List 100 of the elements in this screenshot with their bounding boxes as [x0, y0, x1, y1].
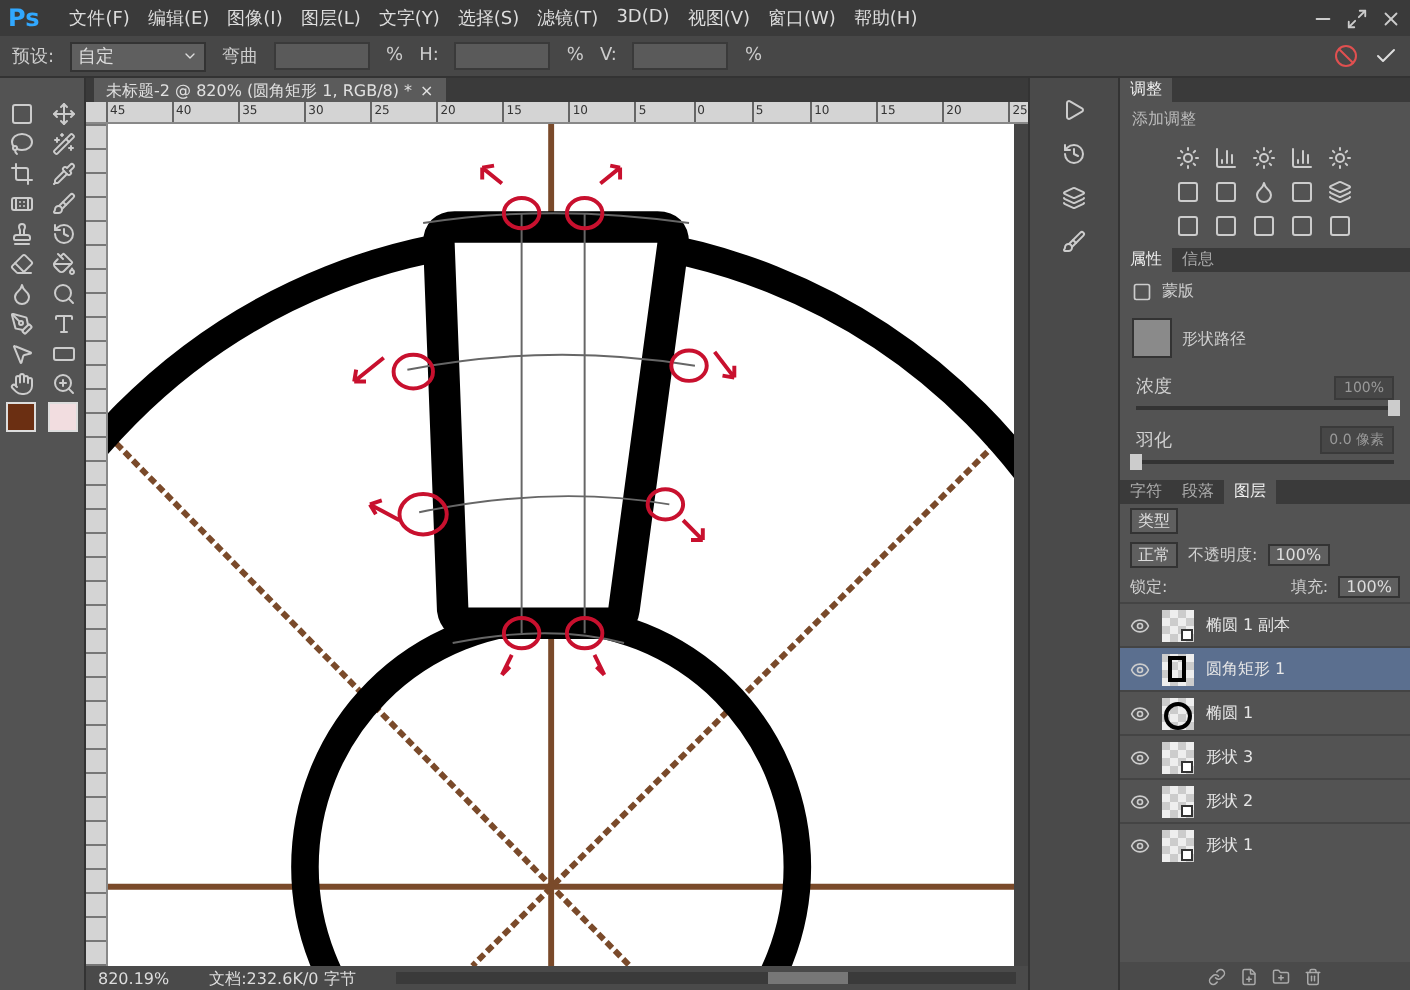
crop-icon[interactable]: [9, 162, 33, 186]
visibility-icon[interactable]: [1130, 835, 1150, 855]
visibility-icon[interactable]: [1130, 791, 1150, 811]
menu-item[interactable]: 滤镜(T): [537, 5, 599, 31]
horizontal-scrollbar[interactable]: [395, 972, 1016, 984]
adjustment-icon[interactable]: [1327, 180, 1351, 204]
layer-thumbnail: [1162, 829, 1194, 861]
cancel-icon[interactable]: [1334, 44, 1358, 68]
adjustment-icon[interactable]: [1251, 214, 1275, 238]
adjustment-icon[interactable]: [1327, 146, 1351, 170]
panel-tab[interactable]: 调整: [1120, 78, 1172, 102]
fill-field[interactable]: 100%: [1338, 576, 1400, 598]
visibility-icon[interactable]: [1130, 747, 1150, 767]
menu-item[interactable]: 图像(I): [227, 5, 283, 31]
layers-icon[interactable]: [1062, 186, 1086, 210]
link-icon[interactable]: [1208, 967, 1226, 985]
drop-icon[interactable]: [9, 282, 33, 306]
adjustment-icon[interactable]: [1213, 214, 1237, 238]
adjustment-icon[interactable]: [1251, 146, 1275, 170]
search-icon[interactable]: [51, 282, 75, 306]
eyedropper-icon[interactable]: [51, 162, 75, 186]
text-tool-icon[interactable]: [51, 312, 75, 336]
visibility-icon[interactable]: [1130, 615, 1150, 635]
layer-row[interactable]: 椭圆 1: [1120, 690, 1410, 734]
wand-icon[interactable]: [51, 132, 75, 156]
history-brush-icon[interactable]: [51, 222, 75, 246]
number-field[interactable]: [274, 42, 371, 70]
menu-item[interactable]: 视图(V): [687, 5, 750, 31]
unit-label: %: [744, 46, 763, 66]
panel-tab[interactable]: 段落: [1172, 480, 1224, 504]
slider-label: 浓度: [1136, 375, 1172, 400]
zoom-icon[interactable]: [51, 372, 75, 396]
maximize-icon[interactable]: [1346, 7, 1368, 29]
adjustment-icon[interactable]: [1175, 146, 1199, 170]
slider-thumb[interactable]: [1388, 400, 1400, 416]
trash-icon[interactable]: [1304, 967, 1322, 985]
adjustment-icon[interactable]: [1289, 146, 1313, 170]
panel-tab[interactable]: 图层: [1224, 480, 1276, 504]
bandage-icon[interactable]: [9, 192, 33, 216]
adjustment-icon[interactable]: [1213, 146, 1237, 170]
adjustment-icon[interactable]: [1175, 180, 1199, 204]
opacity-field[interactable]: 100%: [1267, 544, 1330, 566]
annotation-arrow: [499, 653, 514, 677]
menu-item[interactable]: 3D(D): [616, 8, 670, 28]
vertical-scrollbar[interactable]: [1014, 124, 1028, 966]
preset-label: 预设:: [12, 45, 55, 69]
commit-icon[interactable]: [1374, 44, 1398, 68]
lasso-icon[interactable]: [9, 132, 33, 156]
menu-item[interactable]: 选择(S): [457, 5, 520, 31]
pointer-icon[interactable]: [9, 342, 33, 366]
filter-dropdown[interactable]: 类型: [1130, 508, 1178, 534]
adjustment-icon[interactable]: [1251, 180, 1275, 204]
layer-row[interactable]: 形状 1: [1120, 822, 1410, 866]
brush-icon[interactable]: [1062, 230, 1086, 254]
field-label: V:: [599, 46, 617, 66]
move-icon[interactable]: [51, 102, 75, 126]
stamp-icon[interactable]: [9, 222, 33, 246]
adjustment-icon[interactable]: [1289, 180, 1313, 204]
brush-icon[interactable]: [51, 192, 75, 216]
number-field[interactable]: [454, 42, 551, 70]
annotation-circle: [669, 348, 709, 383]
blend-mode-dropdown[interactable]: 正常: [1130, 542, 1178, 568]
layer-row[interactable]: 圆角矩形 1: [1120, 646, 1410, 690]
menu-item[interactable]: 文件(F): [69, 5, 130, 31]
visibility-icon[interactable]: [1130, 659, 1150, 679]
menu-item[interactable]: 文字(Y): [378, 5, 440, 31]
bucket-icon[interactable]: [51, 252, 75, 276]
preset-dropdown[interactable]: 自定: [70, 41, 207, 71]
background-color-swatch[interactable]: [48, 402, 78, 432]
adjustment-icon[interactable]: [1289, 214, 1313, 238]
menu-item[interactable]: 窗口(W): [768, 5, 836, 31]
close-icon[interactable]: [1380, 7, 1402, 29]
unit-label: %: [386, 46, 404, 66]
menu-item[interactable]: 图层(L): [300, 5, 361, 31]
folder-icon[interactable]: [1272, 967, 1290, 985]
number-field[interactable]: [632, 42, 729, 70]
adjustment-icon[interactable]: [1327, 214, 1351, 238]
menu-item[interactable]: 帮助(H): [853, 5, 918, 31]
adjustment-icon[interactable]: [1213, 180, 1237, 204]
layer-row[interactable]: 形状 3: [1120, 734, 1410, 778]
layer-row[interactable]: 形状 2: [1120, 778, 1410, 822]
hand-icon[interactable]: [9, 372, 33, 396]
visibility-icon[interactable]: [1130, 703, 1150, 723]
marquee-icon[interactable]: [9, 102, 33, 126]
document-tab[interactable]: 未标题-2 @ 820% (圆角矩形 1, RGB/8) * ×: [94, 78, 446, 102]
annotation-arrow: [598, 163, 623, 186]
adjustment-icon[interactable]: [1175, 214, 1199, 238]
play-icon[interactable]: [1062, 98, 1086, 122]
annotation-circle: [645, 487, 686, 522]
menu-item[interactable]: 编辑(E): [147, 5, 210, 31]
foreground-color-swatch[interactable]: [6, 402, 36, 432]
new-layer-icon[interactable]: [1240, 967, 1258, 985]
pen-icon[interactable]: [9, 312, 33, 336]
rectangle-icon[interactable]: [51, 342, 75, 366]
panel-tab[interactable]: 属性: [1120, 248, 1172, 272]
panel-tab[interactable]: 信息: [1172, 248, 1224, 272]
slider-thumb[interactable]: [1130, 454, 1142, 470]
panel-tab[interactable]: 字符: [1120, 480, 1172, 504]
eraser-icon[interactable]: [9, 252, 33, 276]
history-icon[interactable]: [1062, 142, 1086, 166]
